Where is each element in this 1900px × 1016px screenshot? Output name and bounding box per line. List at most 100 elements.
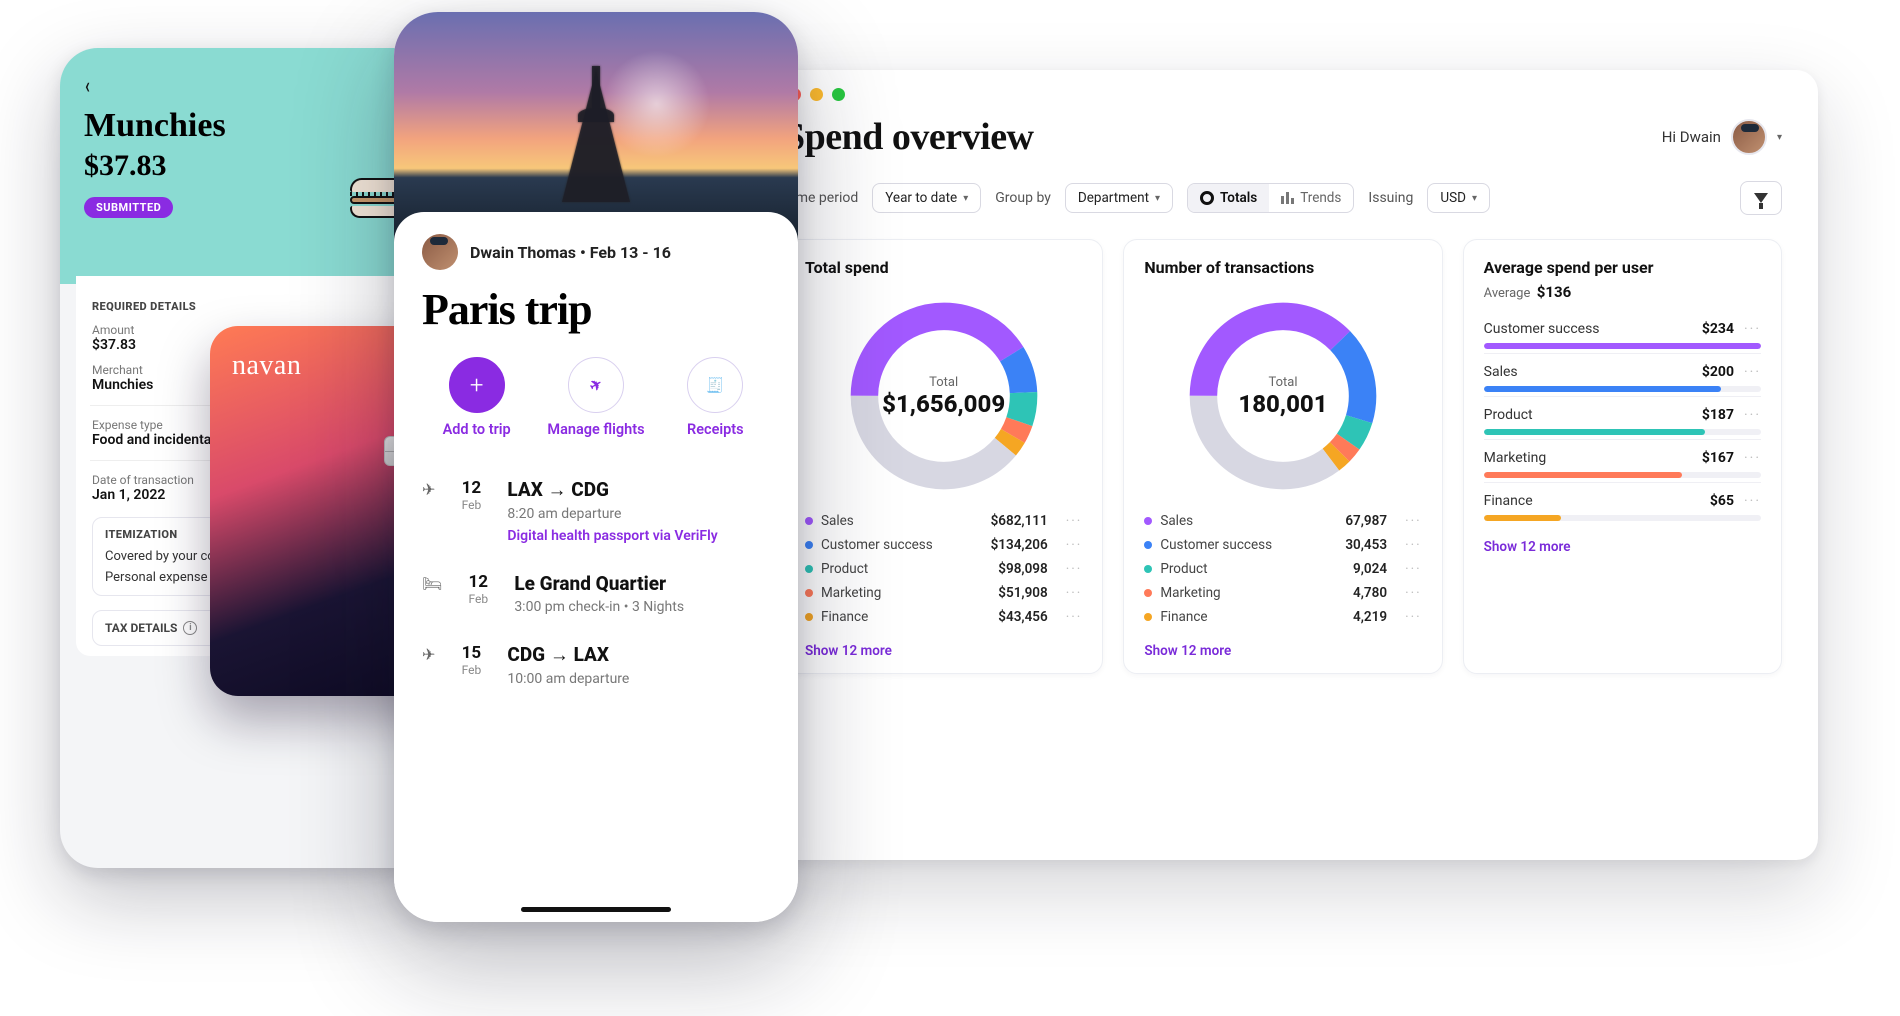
show-more-link[interactable]: Show 12 more — [1144, 643, 1421, 659]
avg-name: Customer success — [1484, 321, 1600, 337]
avg-row: Customer success$234··· — [1484, 311, 1761, 353]
avg-name: Finance — [1484, 493, 1533, 509]
bar-track — [1484, 343, 1761, 349]
row-more-icon[interactable]: ··· — [1744, 493, 1761, 509]
row-more-icon[interactable]: ··· — [1744, 450, 1761, 466]
legend-row: Customer success30,453··· — [1144, 533, 1421, 557]
row-more-icon[interactable]: ··· — [1066, 561, 1083, 577]
row-more-icon[interactable]: ··· — [1744, 321, 1761, 337]
itinerary-link[interactable]: Digital health passport via VeriFly — [507, 528, 717, 544]
legend-name: Sales — [1160, 513, 1300, 529]
legend-row: Sales 67,987 ··· — [1144, 509, 1421, 533]
transactions-donut: Total 180,001 — [1178, 291, 1388, 501]
filter-button[interactable] — [1740, 181, 1782, 215]
row-more-icon[interactable]: ··· — [1405, 609, 1422, 625]
legend-value: 4,780 — [1353, 585, 1387, 601]
back-button[interactable]: ‹ — [85, 74, 90, 99]
legend-dot-icon — [805, 541, 813, 549]
itinerary-title: CDG → LAX — [507, 643, 629, 667]
avg-spend-panel: Average spend per user Average $136 Cust… — [1463, 239, 1782, 674]
show-more-link[interactable]: Show 12 more — [1484, 539, 1761, 555]
chevron-down-icon: ▾ — [1155, 193, 1160, 204]
receipt-icon: 🧾 — [706, 377, 724, 394]
bar-fill — [1484, 429, 1706, 435]
legend-row: Marketing4,780··· — [1144, 581, 1421, 605]
avg-name: Marketing — [1484, 450, 1547, 466]
panel-title: Number of transactions — [1144, 258, 1421, 277]
time-period-select[interactable]: Year to date ▾ — [872, 183, 981, 213]
avg-value: $136 — [1537, 283, 1571, 301]
itinerary-item[interactable]: ✈12FebLAX → CDG8:20 am departureDigital … — [422, 464, 770, 558]
plus-icon: + — [470, 371, 484, 399]
legend-name: Finance — [821, 609, 961, 625]
legend-row: Customer success$134,206··· — [805, 533, 1082, 557]
row-more-icon[interactable]: ··· — [1066, 537, 1083, 553]
legend-dot-icon — [1144, 589, 1152, 597]
legend-name: Customer success — [1160, 537, 1300, 553]
row-more-icon[interactable]: ··· — [1405, 513, 1422, 529]
avg-name: Product — [1484, 407, 1533, 423]
avg-spend-list: Customer success$234···Sales$200···Produ… — [1484, 311, 1761, 525]
itinerary-sub: 10:00 am departure — [507, 671, 629, 687]
bar-track — [1484, 515, 1761, 521]
legend-name: Sales — [821, 513, 961, 529]
receipts-button[interactable]: 🧾 Receipts — [661, 357, 770, 438]
row-more-icon[interactable]: ··· — [1405, 537, 1422, 553]
maximize-window-icon[interactable] — [832, 88, 845, 101]
manage-flights-button[interactable]: ✈ Manage flights — [541, 357, 650, 438]
bar-track — [1484, 429, 1761, 435]
legend-value: 4,219 — [1353, 609, 1387, 625]
avatar — [422, 234, 458, 270]
bar-track — [1484, 386, 1761, 392]
row-more-icon[interactable]: ··· — [1744, 364, 1761, 380]
itinerary-list: ✈12FebLAX → CDG8:20 am departureDigital … — [422, 464, 770, 701]
trip-title: Paris trip — [422, 284, 770, 335]
minimize-window-icon[interactable] — [810, 88, 823, 101]
legend-row: Finance$43,456··· — [805, 605, 1082, 629]
avatar — [1731, 119, 1767, 155]
page-title: Spend overview — [784, 115, 1034, 159]
chevron-down-icon: ▾ — [1472, 193, 1477, 204]
totals-toggle[interactable]: Totals — [1188, 184, 1269, 212]
show-more-link[interactable]: Show 12 more — [805, 643, 1082, 659]
legend-dot-icon — [805, 613, 813, 621]
row-more-icon[interactable]: ··· — [1066, 585, 1083, 601]
legend-value: $682,111 — [991, 513, 1048, 529]
itinerary-item[interactable]: ✈15FebCDG → LAX10:00 am departure — [422, 629, 770, 701]
avg-value: $65 — [1710, 493, 1734, 509]
trip-phone: Dwain Thomas • Feb 13 - 16 Paris trip + … — [394, 12, 798, 922]
bars-icon — [1281, 192, 1294, 204]
legend-dot-icon — [1144, 565, 1152, 573]
avg-row: Finance $65 ··· — [1484, 482, 1761, 525]
row-more-icon[interactable]: ··· — [1744, 407, 1761, 423]
legend-value: 67,987 — [1345, 513, 1387, 529]
user-menu[interactable]: Hi Dwain ▾ — [1662, 119, 1782, 155]
trends-toggle[interactable]: Trends — [1269, 184, 1353, 212]
row-more-icon[interactable]: ··· — [1066, 609, 1083, 625]
itinerary-title: Le Grand Quartier — [514, 572, 684, 595]
legend-value: $98,098 — [998, 561, 1047, 577]
home-indicator[interactable] — [521, 907, 671, 912]
avg-row: Marketing$167··· — [1484, 439, 1761, 482]
legend-dot-icon — [805, 517, 813, 525]
plane-icon: ✈ — [422, 480, 435, 544]
chevron-down-icon: ▾ — [1777, 132, 1782, 143]
itinerary-title: LAX → CDG — [507, 478, 717, 502]
panel-title: Average spend per user — [1484, 258, 1761, 277]
row-more-icon[interactable]: ··· — [1066, 513, 1083, 529]
group-by-select[interactable]: Department ▾ — [1065, 183, 1173, 213]
add-to-trip-button[interactable]: + Add to trip — [422, 357, 531, 438]
itinerary-item[interactable]: 🛏12FebLe Grand Quartier3:00 pm check-in … — [422, 558, 770, 629]
donut-icon — [1200, 191, 1214, 205]
avg-row: Product$187··· — [1484, 396, 1761, 439]
itinerary-sub: 3:00 pm check-in • 3 Nights — [514, 599, 684, 615]
row-more-icon[interactable]: ··· — [1405, 561, 1422, 577]
legend-name: Product — [1160, 561, 1300, 577]
bar-fill — [1484, 472, 1682, 478]
row-more-icon[interactable]: ··· — [1405, 585, 1422, 601]
total-spend-legend: Sales$682,111···Customer success$134,206… — [805, 509, 1082, 629]
currency-select[interactable]: USD ▾ — [1427, 183, 1490, 213]
bed-icon: 🛏 — [422, 574, 442, 615]
bar-fill — [1484, 515, 1561, 521]
chevron-down-icon: ▾ — [963, 193, 968, 204]
